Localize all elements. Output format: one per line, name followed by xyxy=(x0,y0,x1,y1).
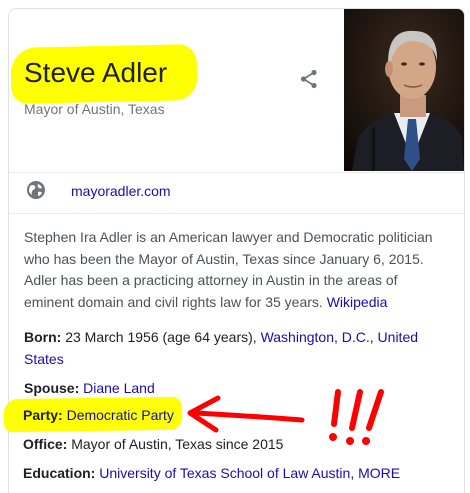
fact-label: Born: xyxy=(24,329,62,345)
fact-party: Party: Democratic Party xyxy=(23,404,443,426)
fact-value: 23 March 1956 (age 64 years), xyxy=(65,329,257,345)
website-link[interactable]: mayoradler.com xyxy=(71,183,171,199)
spouse-link[interactable]: Diane Land xyxy=(83,380,155,396)
entity-subtitle: Mayor of Austin, Texas xyxy=(24,101,165,117)
fact-education: Education: University of Texas School of… xyxy=(23,462,443,484)
fact-label: Education: xyxy=(23,465,96,481)
party-link[interactable]: Democratic Party xyxy=(67,407,174,423)
separator: , xyxy=(350,465,355,481)
website-row: mayoradler.com xyxy=(9,173,464,213)
globe-icon xyxy=(26,180,46,200)
share-icon[interactable] xyxy=(297,67,321,91)
fact-label: Party: xyxy=(23,407,63,423)
wikipedia-link[interactable]: Wikipedia xyxy=(327,294,388,310)
more-link[interactable]: MORE xyxy=(358,465,400,481)
birthplace-city-link[interactable]: Washington, D.C. xyxy=(261,329,370,345)
fact-label: Spouse: xyxy=(24,380,80,396)
separator: , xyxy=(369,329,374,345)
fact-value: Mayor of Austin, Texas since 2015 xyxy=(71,436,284,452)
education-link[interactable]: University of Texas School of Law Austin xyxy=(99,465,350,481)
entity-name: Steve Adler xyxy=(24,57,168,88)
fact-spouse: Spouse: Diane Land xyxy=(24,377,444,399)
fact-office: Office: Mayor of Austin, Texas since 201… xyxy=(23,433,443,455)
divider xyxy=(9,213,464,214)
panel-header: Steve Adler Mayor of Austin, Texas xyxy=(9,9,464,171)
description: Stephen Ira Adler is an American lawyer … xyxy=(24,227,444,313)
fact-born: Born: 23 March 1956 (age 64 years), Wash… xyxy=(24,326,444,370)
fact-label: Office: xyxy=(23,436,68,452)
portrait-photo[interactable] xyxy=(344,9,464,171)
